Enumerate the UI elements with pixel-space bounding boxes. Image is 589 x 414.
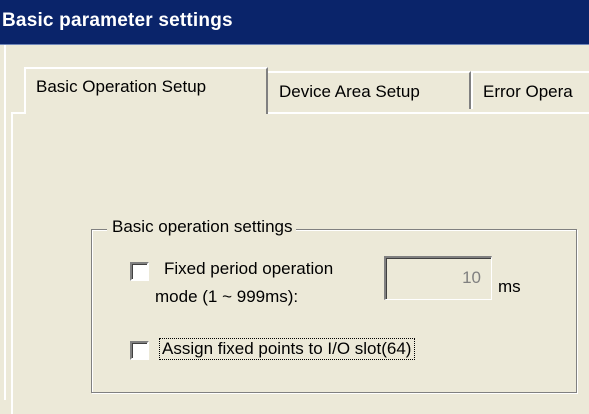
fixed-period-label[interactable]: Fixed period operation — [164, 259, 333, 279]
tab-label: Basic Operation Setup — [36, 77, 207, 96]
tab-label: Device Area Setup — [279, 82, 420, 101]
assign-fixed-points-label[interactable]: Assign fixed points to I/O slot(64) — [159, 338, 416, 360]
assign-fixed-points-checkbox[interactable] — [130, 341, 149, 360]
group-title: Basic operation settings — [107, 217, 296, 237]
tab-error-operation[interactable]: Error Opera — [471, 71, 589, 109]
tab-device-area-setup[interactable]: Device Area Setup — [268, 71, 471, 109]
window-frame-left — [0, 45, 6, 400]
fixed-period-checkbox[interactable] — [130, 262, 149, 281]
fixed-period-range-label[interactable]: mode (1 ~ 999ms): — [155, 287, 298, 307]
tab-label: Error Opera — [483, 82, 573, 101]
window-title: Basic parameter settings — [2, 10, 233, 31]
basic-operation-settings-group — [91, 229, 577, 393]
fixed-period-input[interactable]: 10 — [384, 256, 492, 300]
title-bar[interactable]: Basic parameter settings — [0, 0, 589, 45]
unit-label: ms — [498, 277, 521, 296]
tab-basic-operation-setup[interactable]: Basic Operation Setup — [24, 67, 268, 114]
